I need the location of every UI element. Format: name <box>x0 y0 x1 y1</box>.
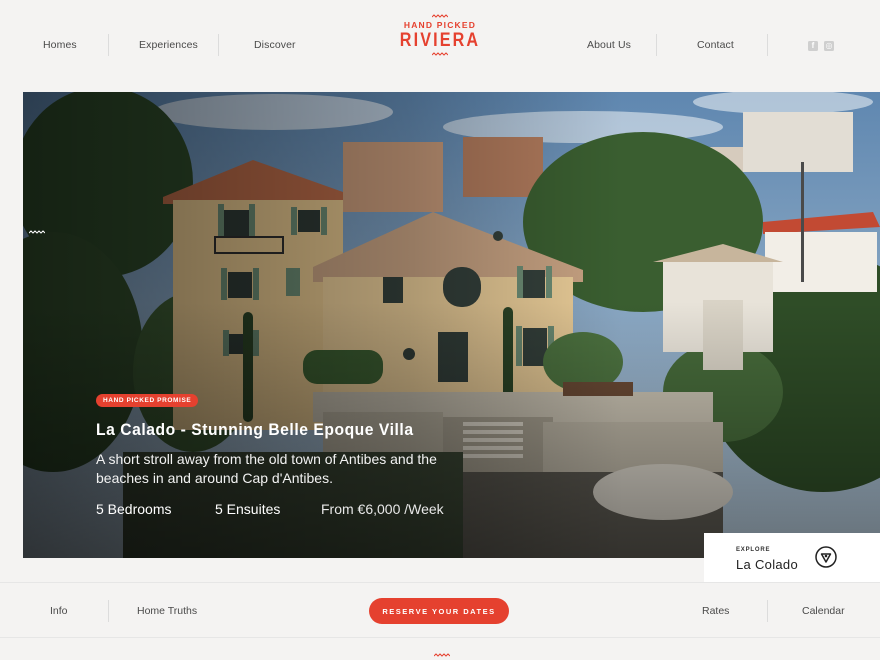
subnav-info[interactable]: Info <box>50 605 68 617</box>
bedrooms-count: 5 Bedrooms <box>96 501 172 517</box>
subnav-divider <box>108 600 109 622</box>
nav-divider <box>656 34 657 56</box>
subnav-divider <box>767 600 768 622</box>
squiggle-icon <box>29 230 45 234</box>
promise-badge: HAND PICKED PROMISE <box>96 394 199 407</box>
reserve-dates-button[interactable]: RESERVE YOUR DATES <box>369 598 509 624</box>
nav-homes[interactable]: Homes <box>43 39 77 51</box>
nav-divider <box>218 34 219 56</box>
site-logo[interactable]: HAND PICKED RIVIERA <box>392 14 488 56</box>
nav-about-us[interactable]: About Us <box>587 39 631 51</box>
price-per-week: From €6,000 /Week <box>321 501 444 517</box>
instagram-icon[interactable]: ◎ <box>824 41 834 51</box>
ensuites-count: 5 Ensuites <box>215 501 281 517</box>
nav-discover[interactable]: Discover <box>254 39 296 51</box>
squiggle-icon <box>432 52 448 56</box>
logo-tagline: HAND PICKED <box>403 20 477 30</box>
nav-experiences[interactable]: Experiences <box>139 39 198 51</box>
subnav-home-truths[interactable]: Home Truths <box>137 605 197 617</box>
hero-banner: HAND PICKED PROMISE La Calado - Stunning… <box>23 92 880 558</box>
location-pin-icon <box>815 546 837 568</box>
subnav-rates[interactable]: Rates <box>702 605 729 617</box>
explore-kicker: EXPLORE <box>736 547 771 553</box>
property-subnav: Info Home Truths RESERVE YOUR DATES Rate… <box>0 582 880 638</box>
explore-card[interactable]: EXPLORE La Colado <box>704 533 880 582</box>
squiggle-icon <box>432 14 448 18</box>
explore-property-name: La Colado <box>736 557 798 572</box>
property-description: A short stroll away from the old town of… <box>96 451 437 486</box>
squiggle-icon <box>434 653 450 657</box>
logo-wordmark: RIVIERA <box>399 30 481 51</box>
subnav-calendar[interactable]: Calendar <box>802 605 845 617</box>
facebook-icon[interactable]: f <box>808 41 818 51</box>
nav-contact[interactable]: Contact <box>697 39 734 51</box>
nav-divider <box>108 34 109 56</box>
site-header: Homes Experiences Discover HAND PICKED R… <box>0 0 880 92</box>
nav-divider <box>767 34 768 56</box>
property-title[interactable]: La Calado - Stunning Belle Epoque Villa <box>96 420 414 440</box>
